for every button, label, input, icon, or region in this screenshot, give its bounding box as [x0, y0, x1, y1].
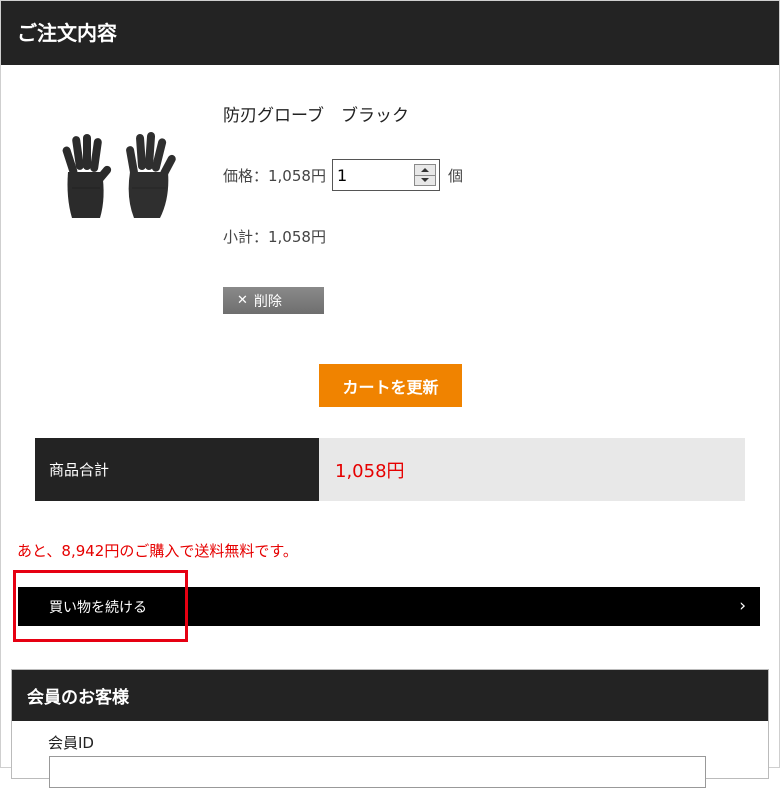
- chevron-right-icon: ›: [739, 596, 746, 616]
- total-label: 商品合計: [35, 438, 319, 501]
- order-total-row: 商品合計 1,058円: [35, 438, 745, 501]
- member-id-label: 会員ID: [48, 734, 94, 752]
- update-cart-button[interactable]: カートを更新: [319, 364, 462, 407]
- free-shipping-notice: あと、8,942円のご購入で送料無料です。: [17, 542, 298, 560]
- member-id-input[interactable]: [49, 756, 706, 788]
- continue-shopping-label: 買い物を続ける: [49, 599, 147, 616]
- price-row: 価格：1,058円 個: [223, 158, 463, 192]
- price-label: 価格：1,058円: [223, 166, 326, 185]
- quantity-stepper[interactable]: [331, 159, 440, 191]
- product-name[interactable]: 防刃グローブ ブラック: [223, 101, 409, 126]
- close-icon: ✕: [237, 293, 248, 308]
- continue-shopping-button[interactable]: 買い物を続ける ›: [18, 587, 760, 626]
- member-section-header: 会員のお客様: [12, 670, 768, 721]
- product-image[interactable]: [52, 128, 188, 224]
- glove-image-icon: [62, 132, 176, 218]
- delete-button-label: 削除: [253, 293, 282, 310]
- quantity-input[interactable]: [332, 162, 419, 188]
- quantity-decrement-button[interactable]: [415, 175, 435, 185]
- member-login-panel: 会員のお客様 会員ID: [11, 669, 769, 788]
- delete-item-button[interactable]: ✕ 削除: [223, 287, 324, 314]
- order-section-header: ご注文内容: [1, 1, 779, 65]
- quantity-unit-label: 個: [447, 166, 463, 185]
- total-value: 1,058円: [319, 438, 745, 501]
- arrow-down-icon: [420, 178, 429, 182]
- quantity-spinner[interactable]: [413, 164, 436, 186]
- arrow-up-icon: [420, 168, 429, 172]
- subtotal-label: 小計：1,058円: [223, 228, 326, 246]
